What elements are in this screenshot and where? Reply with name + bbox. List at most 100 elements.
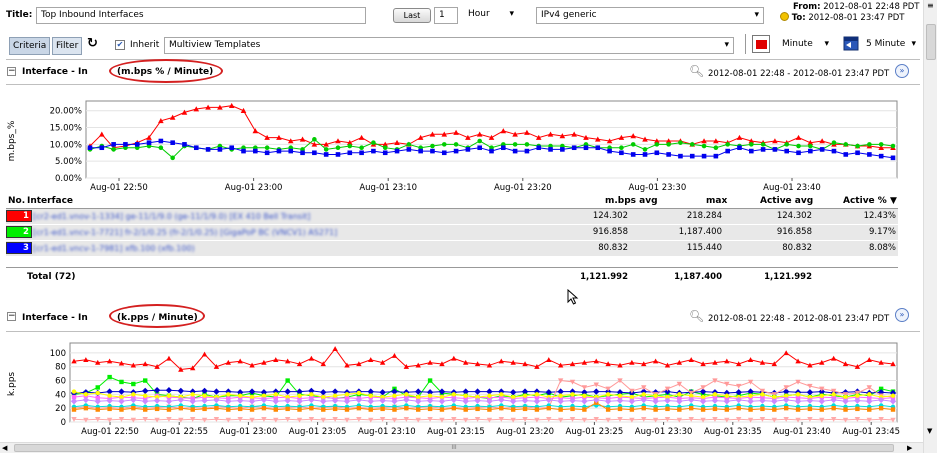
data-point: [309, 405, 314, 411]
data-point: [654, 142, 660, 147]
data-point: [665, 406, 670, 412]
calendar-icon[interactable]: [843, 34, 859, 52]
interface-link[interactable]: [cr2-ed1.vnov-1-1334] ge-11/1/9.0 (ge-11…: [33, 209, 493, 224]
table-row[interactable]: 2 [cr1-ed1.vncv-1-7721] fr-2/1/0.25 (fr-…: [6, 225, 898, 240]
data-point: [617, 406, 623, 412]
data-point: [487, 407, 492, 412]
expand-icon[interactable]: »: [895, 64, 909, 78]
data-point: [178, 405, 184, 411]
data-point: [570, 406, 575, 412]
data-point: [558, 393, 563, 398]
x-tick-label: Aug-01 22:50: [81, 427, 139, 437]
y-tick-label: 80: [55, 363, 66, 373]
data-point: [724, 407, 730, 412]
data-point: [725, 148, 730, 154]
section2-title: Interface - In: [22, 313, 88, 323]
last-button[interactable]: Last: [393, 8, 431, 23]
interval-select[interactable]: Minute: [778, 37, 833, 54]
color-picker-button[interactable]: [752, 35, 770, 53]
title-input[interactable]: Top Inbound Interfaces: [36, 7, 366, 24]
data-point: [558, 407, 563, 412]
data-point: [501, 145, 506, 151]
collapse-icon[interactable]: −: [7, 67, 16, 76]
clock-icon: [780, 12, 789, 21]
data-point: [323, 147, 329, 152]
data-point: [819, 407, 824, 412]
table-row[interactable]: 1 [cr2-ed1.vnov-1-1334] ge-11/1/9.0 (ge-…: [6, 209, 898, 224]
data-point: [371, 140, 376, 145]
section1-chart: 20.00% 15.00% 10.00% 5.00% 0.00% m.bps_% Aug-0…: [7, 100, 898, 192]
zoom-icon[interactable]: 🔍︎: [689, 64, 704, 78]
x-tick-label: Aug-01 23:30: [635, 427, 693, 437]
template-select[interactable]: IPv4 generic: [536, 7, 764, 24]
x-tick-label: Aug-01 23:25: [566, 427, 624, 437]
data-point: [700, 407, 706, 412]
scroll-left-icon[interactable]: ◀: [2, 444, 7, 452]
multiview-select[interactable]: Multiview Templates: [164, 37, 734, 54]
last-count-input[interactable]: 1: [434, 7, 458, 24]
data-point: [642, 152, 648, 157]
data-point: [273, 392, 278, 397]
expand-icon[interactable]: »: [895, 308, 909, 322]
unit-select[interactable]: Hour: [464, 7, 518, 24]
table-row[interactable]: 3 [cr1-ed1.vncv-1-7981] xfb.100 (xfb.100…: [6, 241, 898, 256]
data-point: [522, 406, 528, 412]
data-point: [678, 140, 683, 145]
multiview-select-value: Multiview Templates: [169, 40, 261, 50]
vertical-scroll-thumb[interactable]: [926, 24, 936, 60]
data-point: [831, 405, 836, 411]
scroll-down-icon[interactable]: ▼: [927, 427, 932, 435]
horizontal-scrollbar[interactable]: ◀ III ▶: [0, 442, 923, 453]
data-point: [427, 393, 433, 398]
data-point: [344, 407, 350, 412]
zoom-icon[interactable]: 🔍︎: [689, 309, 704, 323]
col-active-pct[interactable]: Active % ▼: [843, 196, 897, 206]
data-point: [368, 407, 373, 412]
sort-desc-icon: ▼: [889, 196, 897, 206]
data-point: [249, 407, 255, 412]
data-point: [253, 148, 258, 154]
data-point: [182, 142, 187, 147]
data-point: [524, 142, 530, 147]
data-point: [193, 145, 199, 151]
data-point: [570, 392, 575, 397]
collapse-icon[interactable]: −: [7, 312, 16, 321]
data-point: [582, 393, 587, 398]
refresh-icon[interactable]: ↻: [87, 37, 98, 51]
data-point: [583, 145, 589, 151]
total-active-avg: 1,121.992: [764, 272, 812, 282]
y-tick-label: 20: [55, 404, 66, 414]
interval-select-value: Minute: [782, 39, 813, 49]
vertical-scrollbar[interactable]: ≡ ▼: [923, 0, 937, 453]
data-point: [701, 153, 707, 159]
data-point: [666, 142, 671, 147]
row-number: 2: [23, 227, 29, 237]
scroll-menu-icon[interactable]: ≡: [927, 2, 934, 10]
row-active-pct: 9.17%: [868, 227, 896, 237]
data-point: [170, 140, 175, 145]
data-point: [143, 378, 148, 383]
tab-criteria[interactable]: Criteria: [9, 37, 51, 55]
data-point: [890, 155, 896, 161]
data-point: [595, 145, 601, 151]
data-point: [760, 147, 766, 152]
data-point: [288, 148, 294, 154]
data-point: [677, 407, 682, 412]
data-point: [712, 406, 718, 412]
inherit-checkbox[interactable]: ✔: [115, 40, 125, 50]
data-point: [71, 407, 77, 412]
refresh-rate-select[interactable]: 5 Minute: [862, 37, 920, 54]
data-point: [534, 407, 540, 412]
interface-link[interactable]: [cr1-ed1.vncv-1-7981] xfb.100 (xfb.100): [33, 241, 493, 256]
y-tick-label: 20.00%: [50, 107, 82, 117]
scroll-right-icon[interactable]: ▶: [907, 444, 912, 452]
tab-filter[interactable]: Filter: [52, 37, 83, 55]
interface-link[interactable]: [cr1-ed1.vncv-1-7721] fr-2/1/0.25 (fr-2/…: [33, 225, 493, 240]
horizontal-scroll-thumb[interactable]: III: [14, 444, 894, 452]
data-point: [380, 406, 385, 412]
data-point: [878, 153, 884, 159]
data-point: [784, 142, 790, 147]
data-point: [166, 407, 172, 412]
col-active-avg: Active avg: [760, 196, 814, 206]
row-active-avg: 124.302: [776, 211, 812, 221]
